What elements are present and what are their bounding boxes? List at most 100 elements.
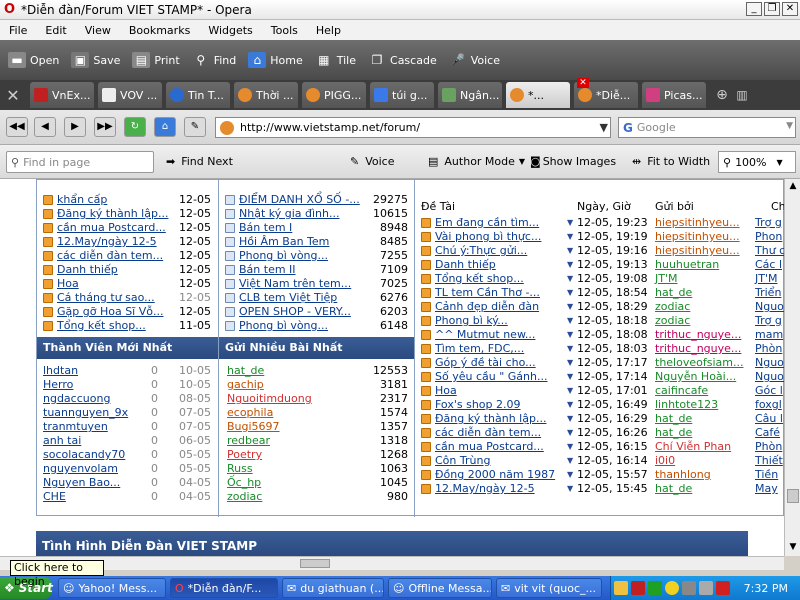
thread-link[interactable]: ^^ Mutmut new... xyxy=(435,328,569,342)
thread-link[interactable]: Hoa xyxy=(57,277,79,291)
forum-link[interactable]: JT'M xyxy=(755,272,777,286)
poster-link[interactable]: Chí Viễn Phan xyxy=(655,440,731,454)
forum-link[interactable]: Phon xyxy=(755,230,782,244)
thread-link[interactable]: Gặp gỡ Hoa Sĩ Vỗ... xyxy=(57,305,163,319)
poster-link[interactable]: hat_de xyxy=(655,482,692,496)
scroll-down-icon[interactable]: ▼ xyxy=(787,542,799,554)
forum-link[interactable]: foxgl xyxy=(755,398,782,412)
go-last-post-icon[interactable]: ▼ xyxy=(567,314,573,328)
thread-link[interactable]: Chú ý:Thực gửi... xyxy=(435,244,569,258)
poster-link[interactable]: linhtote123 xyxy=(655,398,718,412)
poster-link[interactable]: Ốc_hp xyxy=(227,476,261,490)
tile-button[interactable]: ▦ Tile xyxy=(315,52,356,68)
go-last-post-icon[interactable]: ▼ xyxy=(567,328,573,342)
show-images-button[interactable]: ◙ Show Images xyxy=(530,155,616,168)
app-tray-icon[interactable] xyxy=(716,581,730,595)
forum-link[interactable]: Trợ g xyxy=(755,216,782,230)
tab-tin[interactable]: Tin T... xyxy=(166,82,230,108)
thread-link[interactable]: Phong bì vòng... xyxy=(239,319,328,333)
taskbar-chat2[interactable]: ✉ vit vit (quoc_... xyxy=(496,578,602,598)
thread-link[interactable]: Danh thiếp xyxy=(435,258,569,272)
thread-link[interactable]: Hoa xyxy=(435,384,569,398)
poster-link[interactable]: Nguoitimduong xyxy=(227,392,312,406)
poster-link[interactable]: thanhlong xyxy=(655,468,711,482)
home-button[interactable]: ⌂ Home xyxy=(248,52,303,68)
poster-link[interactable]: Poetry xyxy=(227,448,262,462)
poster-link[interactable]: Nguyễn Hoài... xyxy=(655,370,736,384)
go-last-post-icon[interactable]: ▼ xyxy=(567,370,573,384)
poster-link[interactable]: hiepsitinhyeu... xyxy=(655,230,740,244)
tab-picasa[interactable]: Picas... xyxy=(642,82,706,108)
poster-link[interactable]: hiepsitinhyeu... xyxy=(655,216,740,230)
home-nav-button[interactable]: ⌂ xyxy=(154,117,176,137)
poster-link[interactable]: ecophila xyxy=(227,406,273,420)
scroll-thumb[interactable] xyxy=(787,489,799,503)
hscroll-thumb[interactable] xyxy=(300,559,330,568)
member-link[interactable]: nguyenvolam xyxy=(43,462,118,476)
thread-link[interactable]: Tổng kết shop... xyxy=(435,272,569,286)
back-button[interactable]: ◀ xyxy=(34,117,56,137)
go-last-post-icon[interactable]: ▼ xyxy=(567,342,573,356)
go-last-post-icon[interactable]: ▼ xyxy=(567,244,573,258)
forum-link[interactable]: Câu l xyxy=(755,412,783,426)
go-last-post-icon[interactable]: ▼ xyxy=(567,384,573,398)
forum-link[interactable]: Phòn xyxy=(755,440,782,454)
member-link[interactable]: CHE xyxy=(43,490,66,504)
yahoo-tray-icon[interactable] xyxy=(665,581,679,595)
cascade-button[interactable]: ❐ Cascade xyxy=(368,52,437,68)
thread-link[interactable]: các diễn đàn tem... xyxy=(435,426,569,440)
thread-link[interactable]: Góp ý đề tài cho... xyxy=(435,356,569,370)
thread-link[interactable]: OPEN SHOP - VERY... xyxy=(239,305,351,319)
member-link[interactable]: Herro xyxy=(43,378,73,392)
thread-link[interactable]: cần mua Postcard... xyxy=(435,440,569,454)
go-last-post-icon[interactable]: ▼ xyxy=(567,412,573,426)
thread-link[interactable]: Đăng ký thành lập... xyxy=(435,412,569,426)
forum-link[interactable]: Café xyxy=(755,426,780,440)
thread-link[interactable]: Em đang cần tìm... xyxy=(435,216,569,230)
member-link[interactable]: Nguyen Bao... xyxy=(43,476,120,490)
antivirus-tray-icon[interactable] xyxy=(631,581,645,595)
thread-link[interactable]: khẩn cấp xyxy=(57,193,107,207)
thread-link[interactable]: Cá tháng tư sao... xyxy=(57,291,155,305)
forum-link[interactable]: Phòn xyxy=(755,342,782,356)
go-last-post-icon[interactable]: ▼ xyxy=(567,440,573,454)
go-last-post-icon[interactable]: ▼ xyxy=(567,258,573,272)
member-link[interactable]: ngdaccuong xyxy=(43,392,110,406)
thread-link[interactable]: Hồi Âm Ban Tem xyxy=(239,235,329,249)
fast-forward-button[interactable]: ▶▶ xyxy=(94,117,116,137)
poster-link[interactable]: hat_de xyxy=(227,364,264,378)
zoom-select[interactable]: ⚲ 100% ▼ xyxy=(718,151,796,173)
taskbar-opera[interactable]: O *Diễn đàn/F... xyxy=(170,578,278,598)
go-last-post-icon[interactable]: ▼ xyxy=(567,468,573,482)
go-last-post-icon[interactable]: ▼ xyxy=(567,300,573,314)
poster-link[interactable]: gachip xyxy=(227,378,264,392)
close-button[interactable]: ✕ xyxy=(782,2,798,16)
forum-link[interactable]: mam xyxy=(755,328,783,342)
poster-link[interactable]: caifincafe xyxy=(655,384,708,398)
save-button[interactable]: ▣ Save xyxy=(71,52,120,68)
forum-link[interactable]: Thiết xyxy=(755,454,783,468)
thread-link[interactable]: Nhật ký gia đình... xyxy=(239,207,339,221)
thread-link[interactable]: Tổng kết shop... xyxy=(57,319,146,333)
forum-link[interactable]: Thư c xyxy=(755,244,784,258)
go-last-post-icon[interactable]: ▼ xyxy=(567,216,573,230)
tab-thoi[interactable]: Thời ... xyxy=(234,82,298,108)
forum-link[interactable]: Các l xyxy=(755,258,782,272)
poster-link[interactable]: hat_de xyxy=(655,426,692,440)
maximize-button[interactable]: ❐ xyxy=(764,2,780,16)
go-last-post-icon[interactable]: ▼ xyxy=(567,426,573,440)
poster-link[interactable]: hat_de xyxy=(655,412,692,426)
member-link[interactable]: tuannguyen_9x xyxy=(43,406,128,420)
taskbar-offline[interactable]: ☺ Offline Messa... xyxy=(388,578,492,598)
thread-link[interactable]: Cảnh đẹp diễn đàn xyxy=(435,300,569,314)
poster-link[interactable]: hiepsitinhyeu... xyxy=(655,244,740,258)
thread-link[interactable]: Tìm tem, FDC,... xyxy=(435,342,569,356)
wand-button[interactable]: ✎ xyxy=(184,117,206,137)
forum-link[interactable]: Nguo xyxy=(755,356,784,370)
poster-link[interactable]: theloveofsiam... xyxy=(655,356,743,370)
url-field[interactable]: http://www.vietstamp.net/forum/ ▼ xyxy=(215,117,611,138)
tab-close-icon[interactable]: ✕ xyxy=(577,78,589,88)
find-in-page-input[interactable]: ⚲ Find in page xyxy=(6,151,154,173)
poster-link[interactable]: zodiac xyxy=(655,300,690,314)
taskbar-yahoo[interactable]: ☺ Yahoo! Mess... xyxy=(58,578,166,598)
